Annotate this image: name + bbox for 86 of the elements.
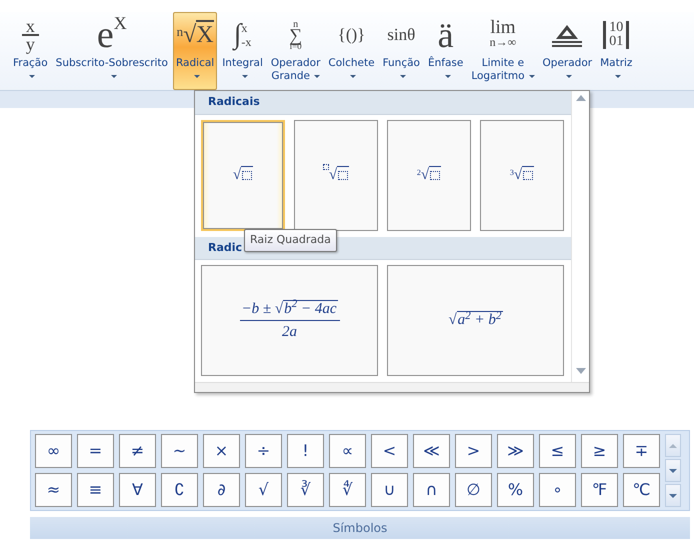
scroll-up-icon[interactable] — [669, 444, 677, 448]
button-label: Subscrito-Sobrescrito — [56, 57, 168, 69]
ribbon-button[interactable]: $^{n}$√X Radical — [172, 12, 218, 90]
symbol-button[interactable]: ~ — [161, 434, 198, 468]
button-label: Fração — [13, 57, 48, 69]
symbol-button[interactable]: ∝ — [329, 434, 366, 468]
caret-icon — [615, 74, 622, 78]
caret-icon — [314, 74, 320, 78]
button-label: Grande — [271, 70, 310, 82]
symbol-button[interactable]: ∅ — [455, 473, 492, 507]
symbol-button[interactable]: = — [77, 434, 114, 468]
limit-icon: lim n→∞ — [490, 20, 516, 50]
root-formula: $^{2}$√ — [416, 164, 442, 186]
symbol-button[interactable]: ! — [287, 434, 324, 468]
symbol-button[interactable]: ∘ — [539, 473, 576, 507]
root-formula: √ — [322, 164, 350, 186]
button-label: Integral — [222, 57, 263, 69]
button-label: Colchete — [328, 57, 375, 69]
button-label: Matriz — [600, 57, 632, 69]
equation-tile[interactable]: $^{2}$√ — [387, 120, 471, 230]
formula-icon: {()} — [338, 22, 366, 48]
symbol-button[interactable]: ≤ — [539, 434, 576, 468]
symbol-button[interactable]: ≠ — [119, 434, 156, 468]
caret-icon — [400, 74, 406, 78]
symbol-button[interactable]: ∂ — [203, 473, 240, 507]
accent-icon: ä — [438, 17, 454, 53]
script-icon: e$^{X}$ — [96, 16, 127, 54]
symbol-button[interactable]: ≈ — [35, 473, 72, 507]
symbol-button[interactable]: > — [455, 434, 492, 468]
root-formula: $^{3}$√ — [510, 164, 534, 186]
symbol-button[interactable]: < — [371, 434, 408, 468]
button-label: Radical — [176, 57, 214, 69]
caret-icon — [444, 74, 451, 78]
caret-icon — [194, 74, 200, 78]
ribbon-button[interactable]: lim n→∞ Limite e Logaritmo — [468, 12, 538, 90]
ribbon-button[interactable]: {()} Colchete — [325, 12, 378, 90]
button-label: Ênfase — [428, 57, 464, 69]
root-formula: √ — [232, 164, 254, 186]
caret-icon — [110, 74, 117, 78]
symbol-button[interactable]: ∀ — [119, 473, 156, 507]
operator-icon — [550, 23, 584, 47]
symbol-button[interactable]: ℉ — [581, 473, 618, 507]
button-label: Função — [382, 57, 420, 69]
section-header: Radicais — [195, 91, 571, 114]
caret-icon — [29, 74, 36, 78]
symbol-button[interactable]: ∛ — [287, 473, 324, 507]
button-label: Logaritmo — [471, 70, 525, 82]
scroll-up-icon — [576, 95, 586, 101]
symbol-button[interactable]: ∁ — [161, 473, 198, 507]
symbol-button[interactable]: ≥ — [581, 434, 618, 468]
scroll-down-icon[interactable] — [669, 468, 677, 472]
symbol-button[interactable]: ∜ — [329, 473, 366, 507]
group-label: Símbolos — [30, 517, 690, 539]
symbol-button[interactable]: ∞ — [35, 434, 72, 468]
caret-icon — [566, 74, 572, 78]
symbol-button[interactable]: % — [497, 473, 534, 507]
caret-icon — [528, 74, 535, 78]
equation-tile[interactable]: $^{3}$√ — [480, 120, 564, 230]
symbol-button[interactable]: ÷ — [245, 434, 282, 468]
caret-icon — [242, 74, 248, 78]
button-label: Operador — [542, 57, 592, 69]
ribbon-button[interactable]: e$^{X}$ Subscrito-Sobrescrito — [52, 12, 171, 90]
symbol-button[interactable]: ≫ — [497, 434, 534, 468]
symbol-button[interactable]: √ — [245, 473, 282, 507]
resize-grip[interactable] — [195, 382, 589, 392]
ribbon-button[interactable]: Operador — [540, 12, 596, 90]
symbol-button[interactable]: ∓ — [623, 434, 660, 468]
ribbon-button[interactable]: ä Ênfase — [424, 12, 466, 90]
formula-icon: sinθ — [387, 22, 416, 48]
symbol-button[interactable]: × — [203, 434, 240, 468]
ribbon-button[interactable]: sinθ Função — [380, 12, 423, 90]
ribbon-button[interactable]: x y Fração — [10, 12, 51, 90]
symbol-button[interactable]: ≡ — [77, 473, 114, 507]
tooltip: Raiz Quadrada — [244, 229, 337, 252]
symbol-button[interactable]: ∪ — [371, 473, 408, 507]
button-label: Limite e — [482, 57, 524, 69]
symbol-button[interactable]: ≪ — [413, 434, 450, 468]
ribbon-button[interactable]: 10 01 Matriz — [597, 12, 636, 90]
symbol-button[interactable]: ℃ — [623, 473, 660, 507]
equation-tile[interactable]: √ — [294, 120, 378, 230]
equation-tile[interactable]: √ — [201, 120, 285, 230]
scroll-down-icon — [576, 368, 586, 374]
button-label: Operador — [270, 57, 320, 69]
symbol-button[interactable]: ∩ — [413, 473, 450, 507]
caret-icon — [350, 74, 356, 78]
more-icon[interactable] — [669, 494, 677, 498]
